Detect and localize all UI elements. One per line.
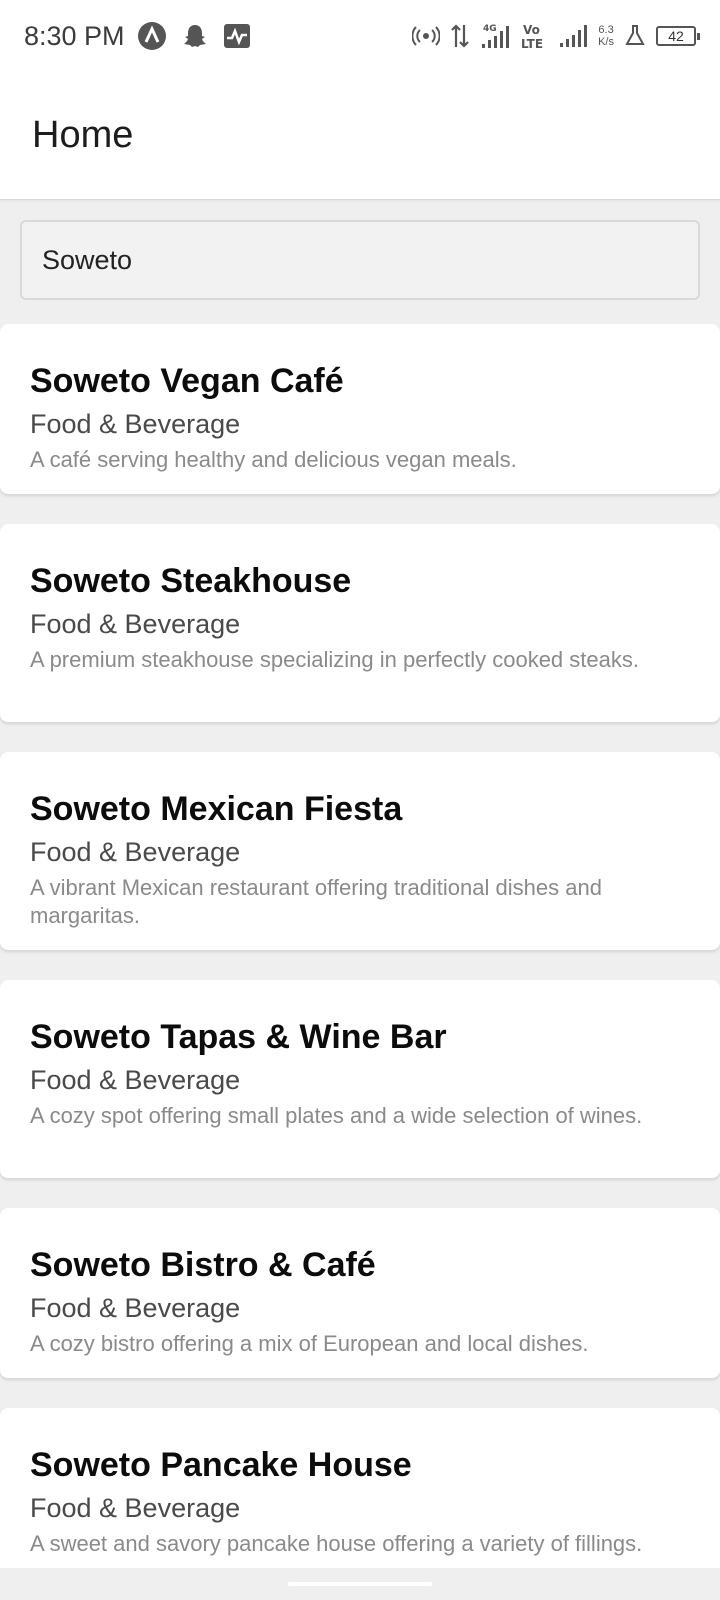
app-bar: Home — [0, 72, 720, 200]
home-handle[interactable] — [288, 1582, 432, 1586]
system-icons: 4G Vo LTE 6.3 K/s 42 — [412, 22, 700, 50]
status-time: 8:30 PM — [24, 20, 125, 51]
item-description: A sweet and savory pancake house offerin… — [30, 1531, 643, 1556]
search-field[interactable] — [20, 220, 700, 300]
snapchat-icon — [181, 22, 209, 50]
item-description: A vibrant Mexican restaurant offering tr… — [30, 875, 602, 928]
data-arrows-icon — [450, 23, 470, 49]
status-bar: 8:30 PM 4G Vo LTE 6.3 K/s 42 — [0, 0, 720, 72]
activity-icon — [223, 23, 251, 49]
svg-text:Vo: Vo — [523, 23, 540, 37]
item-category: Food & Beverage — [30, 1293, 241, 1323]
item-description: A premium steakhouse specializing in per… — [30, 647, 639, 672]
flask-icon — [624, 24, 646, 48]
hotspot-icon — [412, 24, 441, 48]
list-item[interactable]: Soweto Vegan Café Food & Beverage A café… — [0, 324, 720, 494]
results-list[interactable]: Soweto Vegan Café Food & Beverage A café… — [0, 324, 720, 1568]
item-description: A cozy spot offering small plates and a … — [30, 1103, 643, 1128]
item-description: A cozy bistro offering a mix of European… — [30, 1331, 589, 1356]
gesture-nav-bar — [0, 1568, 720, 1600]
svg-text:4G: 4G — [483, 24, 497, 34]
battery-icon: 42 — [656, 26, 700, 46]
item-title: Soweto Steakhouse — [30, 562, 352, 600]
app-a-icon — [137, 21, 167, 51]
item-title: Soweto Tapas & Wine Bar — [30, 1018, 447, 1056]
item-title: Soweto Bistro & Café — [30, 1246, 376, 1284]
volte-icon: Vo LTE — [520, 22, 548, 50]
list-item[interactable]: Soweto Mexican Fiesta Food & Beverage A … — [0, 752, 720, 950]
item-category: Food & Beverage — [30, 609, 241, 639]
signal-4g-icon: 4G — [480, 22, 510, 50]
signal-icon — [558, 23, 588, 49]
item-category: Food & Beverage — [30, 837, 241, 867]
item-category: Food & Beverage — [30, 1493, 241, 1523]
item-description: A café serving healthy and delicious veg… — [30, 447, 517, 472]
list-item[interactable]: Soweto Tapas & Wine Bar Food & Beverage … — [0, 980, 720, 1178]
net-speed-value: 6.3 — [598, 24, 614, 36]
list-item[interactable]: Soweto Pancake House Food & Beverage A s… — [0, 1408, 720, 1568]
search-input[interactable] — [22, 222, 698, 298]
item-title: Soweto Pancake House — [30, 1446, 412, 1484]
net-speed-unit: K/s — [598, 36, 614, 48]
list-item[interactable]: Soweto Steakhouse Food & Beverage A prem… — [0, 524, 720, 722]
network-speed: 6.3 K/s — [598, 24, 614, 48]
notification-icons — [137, 21, 251, 51]
item-title: Soweto Vegan Café — [30, 362, 344, 400]
list-item[interactable]: Soweto Bistro & Café Food & Beverage A c… — [0, 1208, 720, 1378]
item-category: Food & Beverage — [30, 1065, 241, 1095]
item-title: Soweto Mexican Fiesta — [30, 790, 403, 828]
page-title: Home — [32, 114, 134, 156]
svg-text:LTE: LTE — [521, 37, 543, 50]
item-category: Food & Beverage — [30, 409, 241, 439]
